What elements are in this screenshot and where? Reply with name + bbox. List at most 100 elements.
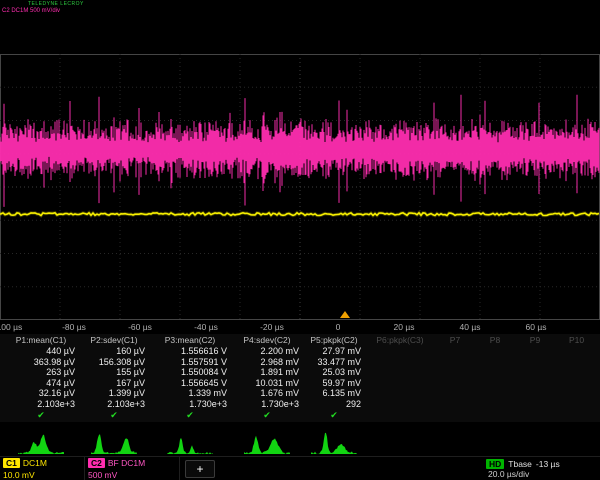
measure-status-check bbox=[555, 409, 598, 422]
measure-value: 10.031 mV bbox=[231, 378, 303, 389]
measure-value: 1.339 mV bbox=[149, 388, 231, 399]
measurement-table[interactable]: P1:mean(C1)P2:sdev(C1)P3:mean(C2)P4:sdev… bbox=[0, 334, 600, 422]
measure-value bbox=[555, 367, 598, 378]
measure-value: 1.891 mV bbox=[231, 367, 303, 378]
measure-value: 1.730e+3 bbox=[231, 399, 303, 410]
measure-value bbox=[365, 399, 435, 410]
bottom-bar: C1 DC1M 10.0 mV C2 BF DC1M 500 mV + HD T… bbox=[0, 456, 600, 480]
c2-scale: 500 mV bbox=[88, 470, 176, 480]
measure-header-10[interactable]: P10 bbox=[555, 334, 598, 346]
measure-header-row: P1:mean(C1)P2:sdev(C1)P3:mean(C2)P4:sdev… bbox=[3, 334, 600, 346]
waveform-grid[interactable] bbox=[0, 54, 600, 320]
measure-status-check bbox=[475, 409, 515, 422]
measure-header-4[interactable]: P4:sdev(C2) bbox=[231, 334, 303, 346]
histicon-p4[interactable] bbox=[244, 428, 290, 454]
c2-descriptor[interactable]: C2 BF DC1M 500 mV bbox=[85, 457, 180, 480]
tbase-delay: -13 µs bbox=[536, 459, 560, 469]
measure-value: 474 µV bbox=[3, 378, 79, 389]
measure-value: 292 bbox=[303, 399, 365, 410]
measure-header-6[interactable]: P6:pkpk(C3) bbox=[365, 334, 435, 346]
trigger-position-marker[interactable] bbox=[340, 311, 350, 318]
measure-status-check: ✔ bbox=[3, 409, 79, 422]
measure-value: 1.399 µV bbox=[79, 388, 149, 399]
histicon-p1[interactable] bbox=[18, 428, 64, 454]
measure-value bbox=[365, 357, 435, 368]
measure-value bbox=[435, 357, 475, 368]
measure-value bbox=[475, 367, 515, 378]
measure-status-check: ✔ bbox=[149, 409, 231, 422]
c1-badge: C1 bbox=[3, 458, 20, 468]
measure-value bbox=[515, 367, 555, 378]
measure-header-8[interactable]: P8 bbox=[475, 334, 515, 346]
time-label: -80 µs bbox=[62, 322, 86, 332]
measure-value bbox=[365, 346, 435, 357]
measure-value: 27.97 mV bbox=[303, 346, 365, 357]
measure-header-3[interactable]: P3:mean(C2) bbox=[149, 334, 231, 346]
histicon-p2[interactable] bbox=[91, 428, 137, 454]
measure-header-9[interactable]: P9 bbox=[515, 334, 555, 346]
measure-value bbox=[475, 388, 515, 399]
histicon-row[interactable] bbox=[0, 428, 600, 454]
measure-value bbox=[435, 399, 475, 410]
histicon-p3[interactable] bbox=[167, 428, 213, 454]
measure-header-1[interactable]: P1:mean(C1) bbox=[3, 334, 79, 346]
measure-value: 440 µV bbox=[3, 346, 79, 357]
hd-badge: HD bbox=[486, 459, 504, 469]
measure-status-check bbox=[515, 409, 555, 422]
measure-value: 32.16 µV bbox=[3, 388, 79, 399]
measure-status-check: ✔ bbox=[231, 409, 303, 422]
c2-coupling: BF DC1M bbox=[108, 458, 145, 468]
time-label: -100 µs bbox=[0, 322, 22, 332]
measure-value bbox=[555, 346, 598, 357]
measure-value bbox=[435, 346, 475, 357]
measure-stat-row: 363.98 µV156.308 µV1.557591 V2.968 mV33.… bbox=[3, 357, 600, 368]
measure-stat-row: 2.103e+32.103e+31.730e+31.730e+3292 bbox=[3, 399, 600, 410]
measure-value: 2.103e+3 bbox=[79, 399, 149, 410]
measure-value: 1.730e+3 bbox=[149, 399, 231, 410]
measure-stat-row: 32.16 µV1.399 µV1.339 mV1.676 mV6.135 mV bbox=[3, 388, 600, 399]
timebase-descriptor[interactable]: HD Tbase -13 µs 20.0 µs/div bbox=[484, 457, 600, 480]
time-label: -60 µs bbox=[128, 322, 152, 332]
measure-value bbox=[365, 378, 435, 389]
measure-value: 1.550084 V bbox=[149, 367, 231, 378]
histicon-p5[interactable] bbox=[311, 428, 357, 454]
measure-value: 1.556645 V bbox=[149, 378, 231, 389]
measure-value bbox=[365, 367, 435, 378]
c1-descriptor[interactable]: C1 DC1M 10.0 mV bbox=[0, 457, 85, 480]
measure-value: 25.03 mV bbox=[303, 367, 365, 378]
measure-value: 6.135 mV bbox=[303, 388, 365, 399]
measure-value bbox=[515, 357, 555, 368]
measure-header-7[interactable]: P7 bbox=[435, 334, 475, 346]
measure-header-5[interactable]: P5:pkpk(C2) bbox=[303, 334, 365, 346]
measure-value bbox=[555, 378, 598, 389]
measure-value bbox=[475, 399, 515, 410]
measure-status-check: ✔ bbox=[303, 409, 365, 422]
time-axis: -100 µs-80 µs-60 µs-40 µs-20 µs020 µs40 … bbox=[0, 320, 600, 335]
top-bar: TELEDYNE LECROY C2 DC1M 500 mV/div bbox=[0, 0, 600, 54]
measure-status-row: ✔✔✔✔✔ bbox=[3, 409, 600, 422]
measure-value: 2.200 mV bbox=[231, 346, 303, 357]
measure-value bbox=[515, 378, 555, 389]
c1-scale: 10.0 mV bbox=[3, 470, 81, 480]
time-label: 60 µs bbox=[526, 322, 547, 332]
measure-value: 155 µV bbox=[79, 367, 149, 378]
measure-value bbox=[475, 357, 515, 368]
measure-header-2[interactable]: P2:sdev(C1) bbox=[79, 334, 149, 346]
measure-status-check bbox=[365, 409, 435, 422]
measure-value bbox=[435, 388, 475, 399]
brand-label: TELEDYNE LECROY bbox=[28, 1, 84, 7]
measure-value bbox=[475, 378, 515, 389]
measure-value: 2.103e+3 bbox=[3, 399, 79, 410]
measure-value: 167 µV bbox=[79, 378, 149, 389]
measure-value: 33.477 mV bbox=[303, 357, 365, 368]
measure-value bbox=[435, 378, 475, 389]
add-cursor-button[interactable]: + bbox=[185, 460, 215, 478]
time-label: -20 µs bbox=[260, 322, 284, 332]
time-label: 20 µs bbox=[394, 322, 415, 332]
graticule-svg bbox=[0, 54, 600, 320]
measure-value: 263 µV bbox=[3, 367, 79, 378]
measure-value: 1.556616 V bbox=[149, 346, 231, 357]
measure-value bbox=[515, 399, 555, 410]
c1-coupling: DC1M bbox=[23, 458, 47, 468]
measure-value bbox=[515, 346, 555, 357]
